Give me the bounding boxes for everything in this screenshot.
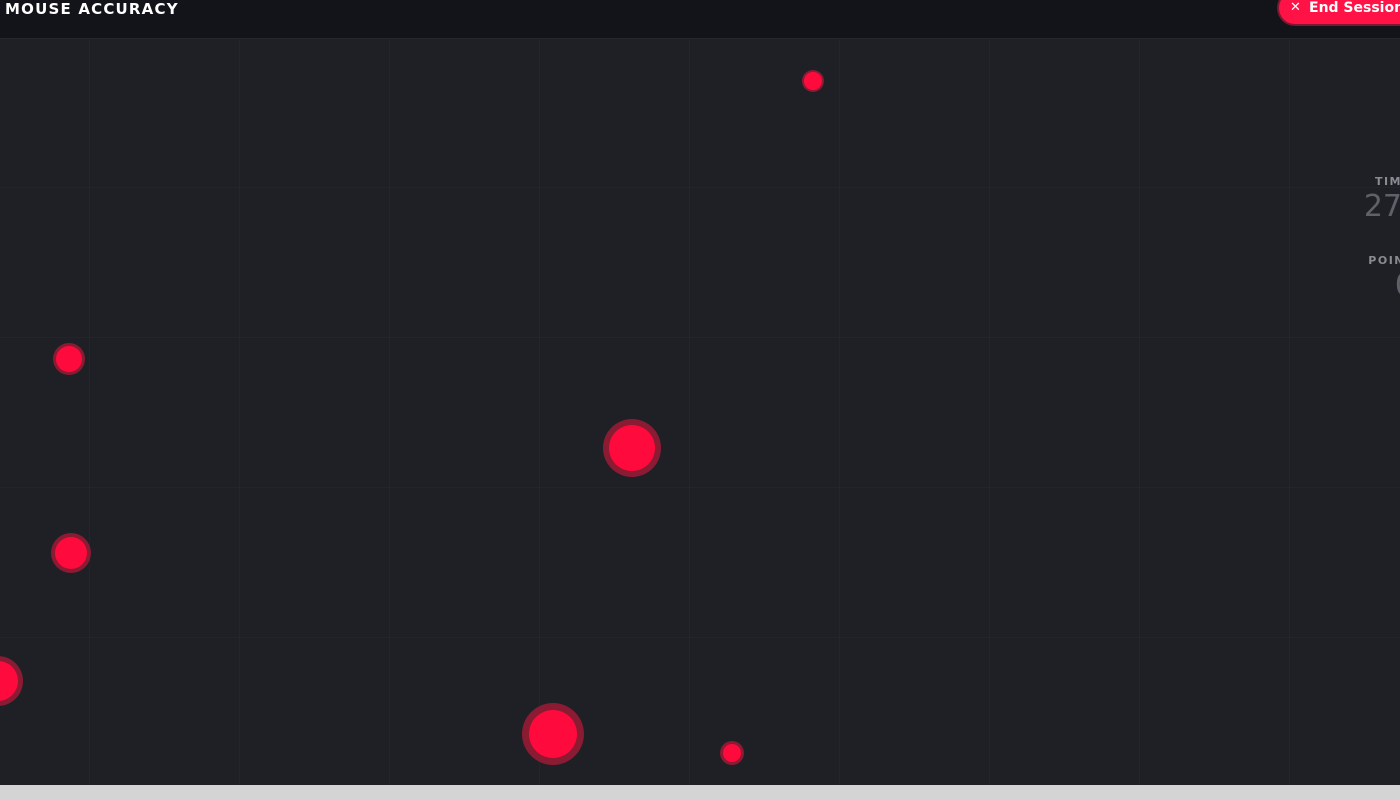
game-window: MOUSE ACCURACY ✕ End Session TIM 27 POIN… bbox=[0, 0, 1400, 785]
end-session-button[interactable]: ✕ End Session bbox=[1279, 0, 1400, 24]
bottom-strip bbox=[0, 785, 1400, 800]
target[interactable] bbox=[529, 710, 577, 758]
time-value: 27 bbox=[1363, 189, 1400, 224]
target[interactable] bbox=[804, 72, 822, 90]
time-label: TIM bbox=[1374, 175, 1400, 188]
time-stat: TIM 27 bbox=[1364, 175, 1400, 225]
top-bar: MOUSE ACCURACY ✕ End Session bbox=[0, 0, 1400, 39]
target[interactable] bbox=[56, 346, 82, 372]
points-value: 0 bbox=[1368, 268, 1400, 304]
target[interactable] bbox=[609, 425, 655, 471]
target[interactable] bbox=[723, 744, 741, 762]
points-stat: POINT 0 bbox=[1368, 254, 1400, 304]
target[interactable] bbox=[55, 537, 87, 569]
target[interactable] bbox=[0, 661, 18, 701]
close-icon: ✕ bbox=[1290, 0, 1301, 15]
end-session-label: End Session bbox=[1309, 0, 1400, 16]
target-arena[interactable]: TIM 27 POINT 0 bbox=[0, 39, 1400, 785]
game-title: MOUSE ACCURACY bbox=[5, 0, 179, 18]
points-label: POINT bbox=[1368, 254, 1400, 267]
